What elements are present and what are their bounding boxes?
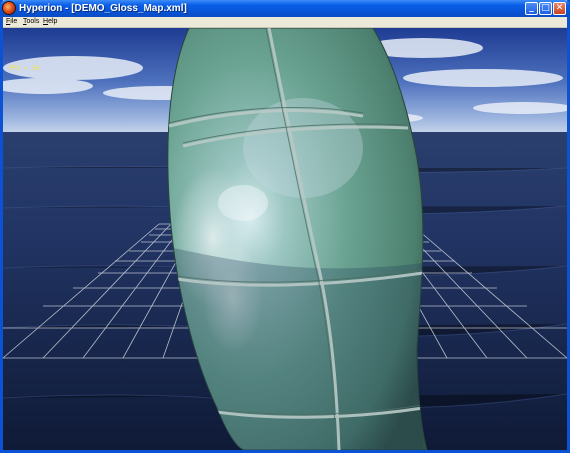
app-window: Hyperion - [DEMO_Gloss_Map.xml] _ □ ✕ Fi… xyxy=(0,0,570,453)
scene-render xyxy=(3,28,567,450)
menu-tools[interactable]: Tools xyxy=(23,17,39,27)
menu-file[interactable]: File xyxy=(6,17,17,27)
menu-bar: File Tools Help xyxy=(3,17,567,28)
fps-counter: FPS = 58 xyxy=(9,65,40,72)
app-icon[interactable] xyxy=(3,2,15,14)
title-bar[interactable]: Hyperion - [DEMO_Gloss_Map.xml] _ □ ✕ xyxy=(0,0,570,17)
menu-help[interactable]: Help xyxy=(43,17,57,27)
maximize-button[interactable]: □ xyxy=(539,2,552,15)
minimize-button[interactable]: _ xyxy=(525,2,538,15)
close-button[interactable]: ✕ xyxy=(553,2,566,15)
render-viewport[interactable]: FPS = 58 xyxy=(3,28,567,450)
window-title: Hyperion - [DEMO_Gloss_Map.xml] xyxy=(19,3,187,14)
